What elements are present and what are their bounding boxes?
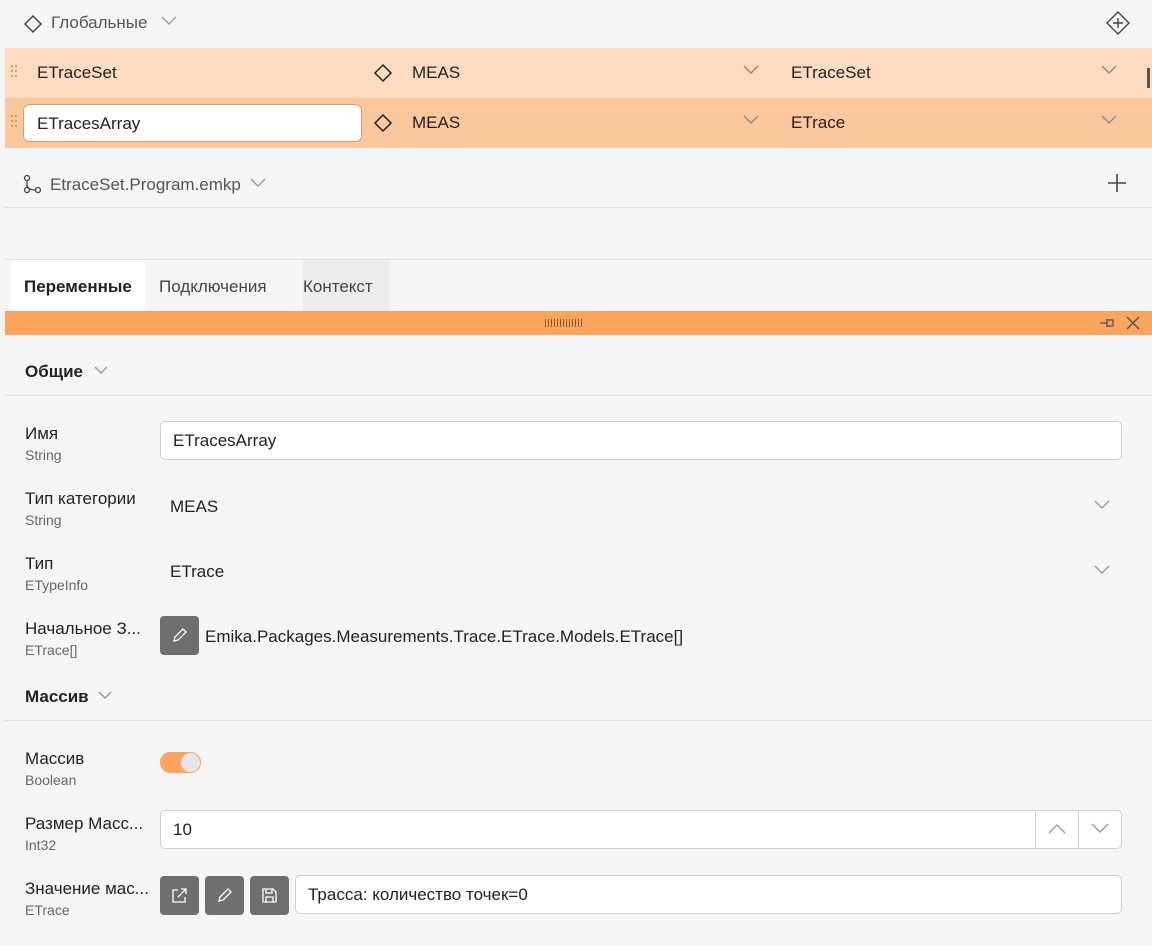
edit-button[interactable] [205, 876, 244, 915]
program-header[interactable]: EtraceSet.Program.emkp [5, 160, 1152, 208]
edit-button[interactable] [160, 616, 199, 655]
properties-panel: Общие Имя String ETracesArray Тип катего… [5, 336, 1152, 946]
save-button[interactable] [250, 876, 289, 915]
chevron-down-icon[interactable] [250, 178, 266, 188]
prop-label: Начальное З... [25, 619, 141, 638]
prop-label: Значение мас... [25, 879, 149, 898]
diamond-icon [23, 14, 43, 34]
pencil-icon [173, 628, 187, 642]
chevron-down-icon[interactable] [161, 16, 177, 26]
add-global-icon[interactable] [1105, 10, 1131, 36]
variable-category[interactable]: MEAS [412, 113, 460, 133]
prop-label: Тип [25, 554, 54, 573]
array-size-stepper[interactable]: 10 [160, 810, 1122, 849]
prop-type: String [25, 447, 62, 463]
chevron-down-icon[interactable] [94, 366, 108, 375]
chevron-down-icon[interactable] [1101, 65, 1117, 75]
chevron-down-icon[interactable] [743, 115, 759, 125]
variable-type[interactable]: ETraceSet [791, 63, 871, 83]
variable-row[interactable]: ETraceSet MEAS ETraceSet [5, 48, 1152, 98]
panel-splitter[interactable] [5, 311, 1152, 335]
tab-connections[interactable]: Подключения [159, 260, 267, 311]
prop-label: Имя [25, 424, 59, 443]
prop-type: String [25, 512, 62, 528]
external-link-icon [172, 888, 187, 903]
section-title: Массив [25, 687, 89, 706]
initial-value: Emika.Packages.Measurements.Trace.ETrace… [205, 627, 684, 646]
variable-row-selected[interactable]: ETracesArray MEAS ETrace [5, 98, 1152, 148]
array-toggle[interactable] [160, 752, 201, 773]
prop-type: ETrace [25, 902, 70, 918]
globals-header[interactable]: Глобальные [5, 0, 1152, 46]
program-label: EtraceSet.Program.emkp [50, 175, 241, 194]
grip-handle-icon[interactable] [545, 319, 585, 327]
chevron-up-icon [1048, 824, 1066, 834]
variable-name-input[interactable]: ETracesArray [23, 104, 362, 142]
variable-category[interactable]: MEAS [412, 63, 460, 83]
branch-icon [22, 174, 42, 194]
pin-icon[interactable] [1099, 317, 1115, 329]
tab-context[interactable]: Контекст [303, 260, 389, 311]
array-size-value[interactable]: 10 [173, 820, 192, 840]
prop-label: Массив [25, 749, 85, 768]
section-array[interactable]: Массив [5, 661, 1152, 721]
add-icon[interactable] [1107, 173, 1127, 193]
tab-context-label: Контекст [303, 277, 373, 296]
open-external-button[interactable] [160, 876, 199, 915]
tab-bar: Переменные Подключения Контекст [5, 259, 1152, 311]
save-icon [262, 888, 277, 903]
prop-type: ETypeInfo [25, 577, 89, 593]
chevron-down-icon[interactable] [1094, 500, 1110, 510]
chevron-down-icon[interactable] [1101, 115, 1117, 125]
chevron-down-icon [1091, 823, 1109, 833]
close-icon[interactable] [1125, 315, 1141, 331]
toggle-knob [181, 753, 200, 772]
globals-label: Глобальные [51, 13, 148, 32]
prop-type: Boolean [25, 772, 77, 788]
drag-handle-icon[interactable] [11, 65, 19, 79]
diamond-icon [373, 113, 393, 133]
chevron-down-icon[interactable] [98, 691, 112, 700]
chevron-down-icon[interactable] [743, 65, 759, 75]
prop-label: Размер Масс... [25, 814, 144, 833]
prop-label: Тип категории [25, 489, 136, 508]
variable-type[interactable]: ETrace [791, 113, 845, 133]
scrollbar[interactable] [1147, 68, 1150, 88]
type-select[interactable]: ETrace [170, 562, 224, 582]
decrement-button[interactable] [1078, 811, 1121, 848]
section-title: Общие [25, 362, 83, 381]
drag-handle-icon[interactable] [11, 115, 19, 129]
pencil-icon [218, 888, 232, 902]
prop-type: ETrace[] [25, 642, 78, 658]
variables-panel: Глобальные ETraceSet MEAS ETraceSet ETra… [5, 0, 1152, 258]
name-input[interactable]: ETracesArray [160, 421, 1122, 460]
tab-variables[interactable]: Переменные [11, 260, 145, 311]
diamond-icon [373, 63, 393, 83]
category-select[interactable]: MEAS [170, 497, 218, 517]
chevron-down-icon[interactable] [1094, 565, 1110, 575]
prop-type: Int32 [25, 837, 57, 853]
array-value-field[interactable]: Трасса: количество точек=0 [295, 875, 1122, 914]
increment-button[interactable] [1035, 811, 1078, 848]
variable-name[interactable]: ETraceSet [37, 63, 117, 83]
section-general[interactable]: Общие [5, 336, 1152, 396]
